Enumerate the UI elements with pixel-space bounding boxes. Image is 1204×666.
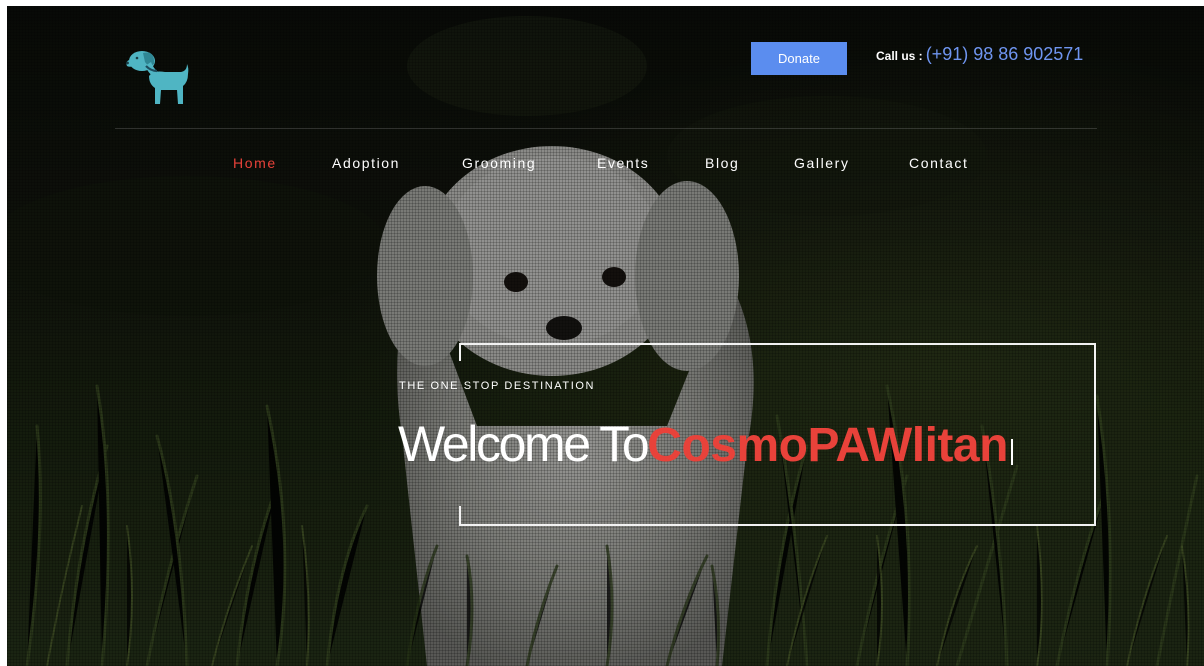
nav-item-blog[interactable]: Blog (705, 153, 739, 173)
nav-item-grooming[interactable]: Grooming (462, 153, 536, 173)
nav-item-gallery[interactable]: Gallery (794, 153, 850, 173)
call-us-label: Call us : (876, 49, 923, 63)
phone-number-link[interactable]: (+91) 98 86 902571 (926, 44, 1084, 65)
typing-cursor (1010, 439, 1013, 465)
dachshund-dog-icon[interactable] (125, 46, 193, 108)
hero-banner: Donate Call us : (+91) 98 86 902571 Home… (7, 6, 1204, 666)
nav-item-home[interactable]: Home (233, 153, 277, 173)
call-us-contact: Call us : (+91) 98 86 902571 (876, 44, 1083, 72)
nav-item-adoption[interactable]: Adoption (332, 153, 400, 173)
donate-button[interactable]: Donate (751, 42, 847, 75)
header-divider (115, 128, 1097, 129)
hero-headline: Welcome ToCosmoPAWlitan (398, 412, 1013, 476)
main-navigation: Home Adoption Grooming Events Blog Galle… (7, 153, 1204, 173)
hero-tagline: THE ONE STOP DESTINATION (399, 380, 596, 392)
page: Donate Call us : (+91) 98 86 902571 Home… (0, 0, 1204, 666)
nav-item-contact[interactable]: Contact (909, 153, 968, 173)
nav-item-events[interactable]: Events (597, 153, 649, 173)
banner-frame-corner-bottom (459, 506, 461, 524)
headline-welcome-text: Welcome To (398, 416, 650, 472)
headline-brand-name: CosmoPAWlitan (647, 419, 1008, 472)
banner-frame-corner-top (459, 343, 461, 361)
